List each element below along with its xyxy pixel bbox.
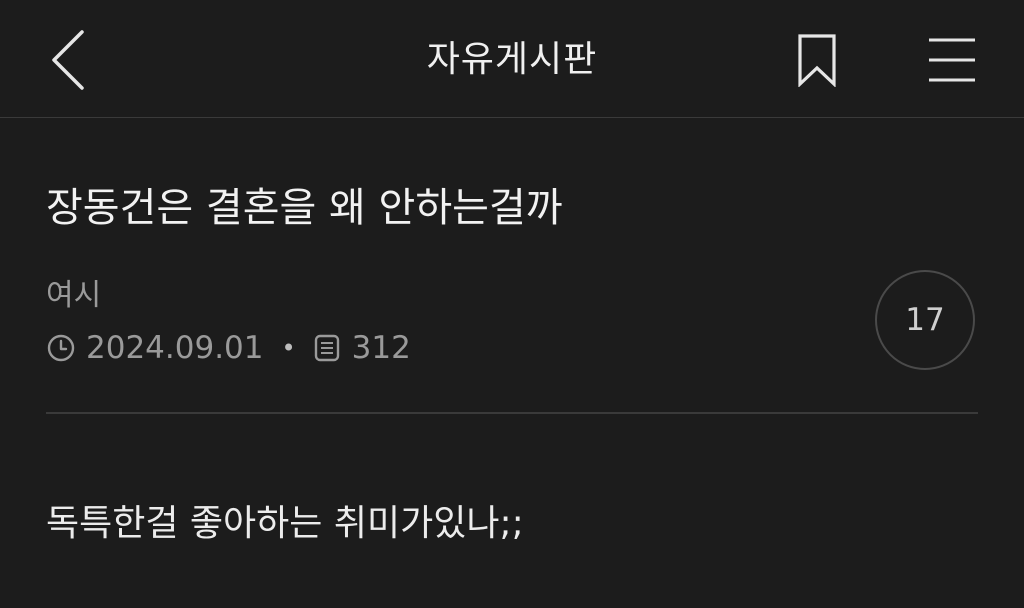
page-title: 자유게시판 — [426, 39, 598, 80]
post-author[interactable]: 여시 — [46, 274, 101, 318]
post-date: 2024.09.01 — [86, 330, 264, 366]
top-navigation-bar: 자유게시판 — [0, 0, 1024, 118]
comment-count-button[interactable]: 17 — [875, 270, 975, 370]
post-body: 독특한걸 좋아하는 취미가있나;; — [46, 503, 524, 544]
document-icon — [312, 333, 342, 363]
post-meta: 2024.09.01 • 312 — [46, 326, 411, 370]
view-count: 312 — [351, 330, 411, 366]
hamburger-menu-icon — [929, 38, 975, 82]
content-divider — [46, 412, 978, 414]
bookmark-button[interactable] — [790, 28, 844, 92]
meta-separator: • — [281, 334, 296, 362]
post-title: 장동건은 결혼을 왜 안하는걸까 — [46, 185, 563, 231]
clock-icon — [46, 333, 76, 363]
comment-count: 17 — [905, 302, 945, 338]
menu-button[interactable] — [920, 30, 984, 90]
back-button[interactable] — [40, 28, 96, 92]
bookmark-icon — [798, 34, 836, 87]
chevron-left-icon — [52, 30, 84, 90]
